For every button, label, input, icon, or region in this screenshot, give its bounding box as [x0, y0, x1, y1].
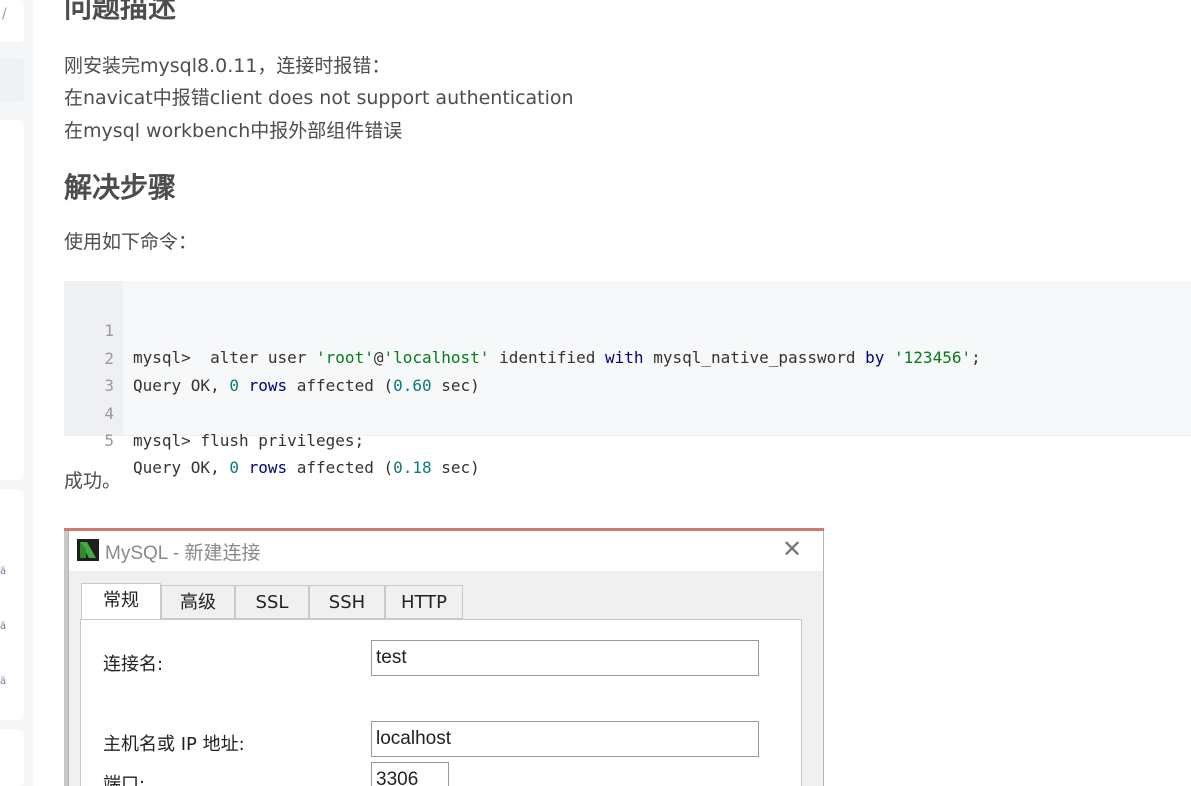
navicat-logo-icon: [77, 539, 99, 561]
code-text: mysql> flush privileges;: [133, 431, 365, 450]
code-line-4: 4 mysql> flush privileges;: [64, 373, 364, 450]
code-line-5: 5 Query OK, 0 rows affected (0.18 sec): [64, 400, 479, 477]
code-line-3: 3: [64, 345, 122, 395]
sidebar-link-marker[interactable]: ä: [0, 566, 6, 577]
dialog-titlebar: MySQL - 新建连接 ✕: [69, 529, 823, 571]
code-text: mysql> alter user 'root'@'localhost' ide…: [133, 348, 981, 367]
sidebar-card: [0, 120, 24, 480]
port-input[interactable]: 3306: [371, 762, 449, 786]
tab-ssl[interactable]: SSL: [235, 585, 309, 619]
tab-general[interactable]: 常规: [81, 583, 161, 621]
connection-name-label: 连接名:: [103, 654, 164, 675]
code-text: Query OK, 0 rows affected (0.60 sec): [133, 376, 480, 395]
navicat-screenshot: MySQL - 新建连接 ✕ 常规 高级 SSL SSH HTTP 连接名: t…: [64, 528, 824, 786]
tab-advanced[interactable]: 高级: [161, 585, 235, 619]
sidebar-tab[interactable]: [0, 58, 24, 102]
heading-solution: 解决步骤: [64, 171, 177, 204]
port-label: 端口:: [103, 774, 146, 786]
sidebar-card-top: /: [0, 0, 24, 42]
general-panel: 连接名: test 主机名或 IP 地址: localhost 端口: 3306: [80, 619, 802, 786]
success-text: 成功。: [64, 470, 122, 492]
use-commands-text: 使用如下命令：: [64, 231, 198, 253]
heading-problem: 问题描述: [64, 0, 177, 24]
tab-ssh[interactable]: SSH: [309, 585, 385, 619]
code-text: Query OK, 0 rows affected (0.18 sec): [133, 458, 480, 477]
problem-line-3: 在mysql workbench中报外部组件错误: [64, 120, 403, 142]
sidebar-link-marker[interactable]: ä: [0, 621, 6, 632]
problem-line-1: 刚安装完mysql8.0.11，连接时报错：: [64, 55, 391, 77]
host-label: 主机名或 IP 地址:: [103, 734, 245, 755]
problem-line-2: 在navicat中报错client does not support authe…: [64, 87, 574, 109]
code-line-2: 2 Query OK, 0 rows affected (0.60 sec): [64, 318, 479, 395]
host-input[interactable]: localhost: [371, 721, 759, 757]
sidebar-link-marker[interactable]: ä: [0, 676, 6, 687]
code-block[interactable]: 1 mysql> alter user 'root'@'localhost' i…: [64, 281, 1191, 477]
tab-http[interactable]: HTTP: [385, 585, 463, 619]
sidebar-arrow-icon[interactable]: /: [2, 6, 7, 22]
close-icon[interactable]: ✕: [782, 535, 802, 563]
line-number: 5: [104, 431, 114, 450]
sidebar-card-bottom: [0, 730, 24, 786]
code-line-1: 1 mysql> alter user 'root'@'localhost' i…: [64, 290, 980, 367]
sidebar-list-card: ä ä ä: [0, 490, 24, 720]
screenshot-top-edge: [64, 528, 824, 531]
dialog-title: MySQL - 新建连接: [105, 543, 261, 564]
connection-name-input[interactable]: test: [371, 640, 759, 676]
new-connection-dialog: MySQL - 新建连接 ✕ 常规 高级 SSL SSH HTTP 连接名: t…: [68, 528, 824, 786]
article-body: 问题描述 刚安装完mysql8.0.11，连接时报错： 在navicat中报错c…: [33, 0, 1191, 786]
